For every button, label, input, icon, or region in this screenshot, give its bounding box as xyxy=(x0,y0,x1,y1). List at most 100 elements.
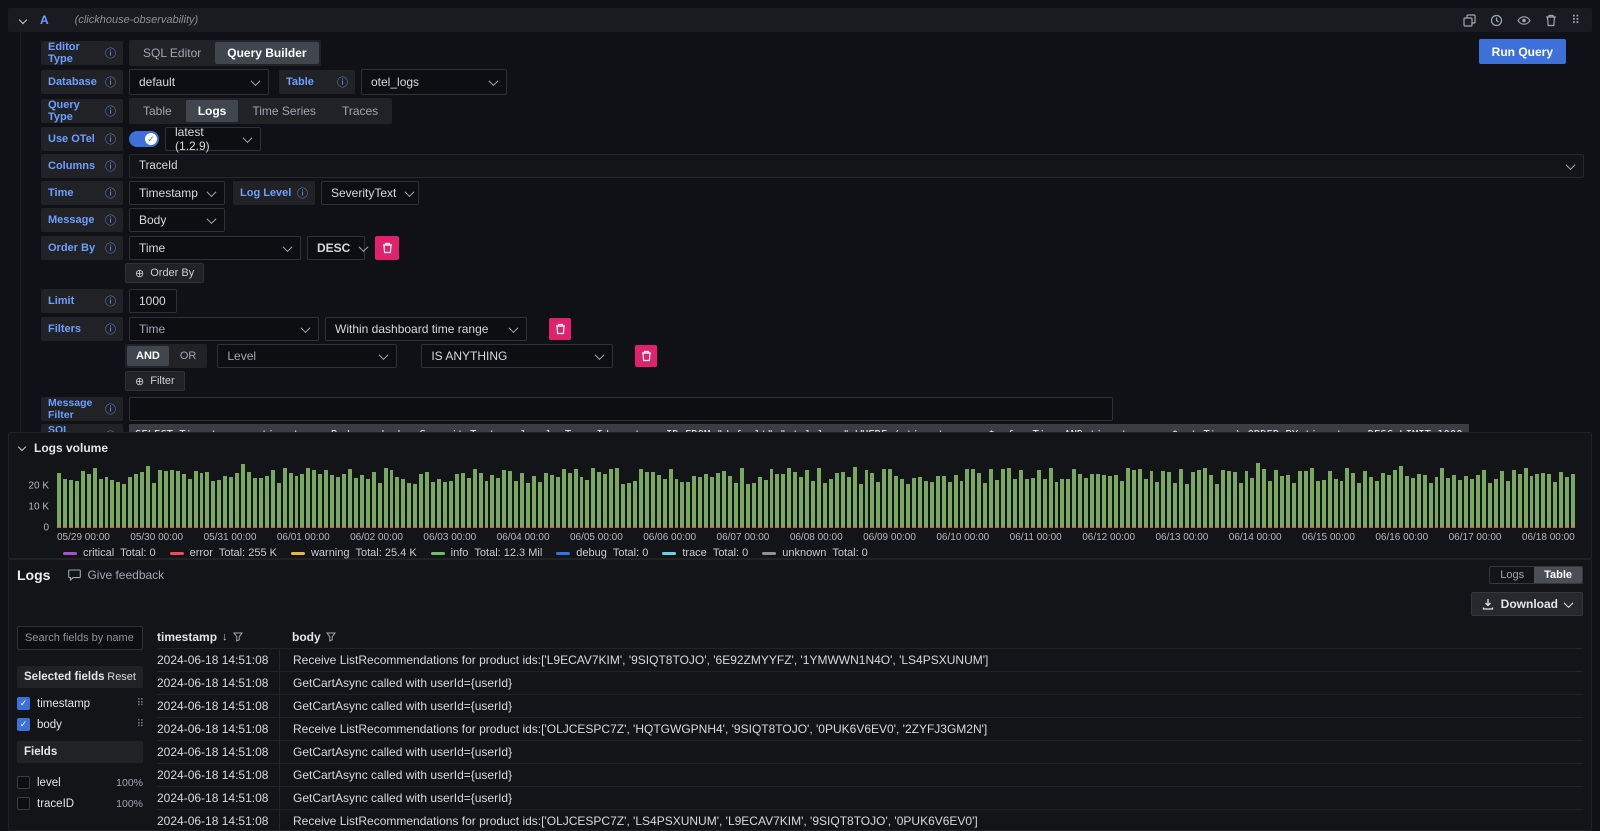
volume-bar[interactable] xyxy=(128,477,132,528)
volume-bar[interactable] xyxy=(752,483,756,528)
volume-bar[interactable] xyxy=(336,477,340,528)
give-feedback-link[interactable]: Give feedback xyxy=(68,568,164,582)
volume-bar[interactable] xyxy=(449,481,453,528)
volume-bar[interactable] xyxy=(461,473,465,528)
volume-bar[interactable] xyxy=(69,480,73,528)
info-icon[interactable]: ⓘ xyxy=(105,293,116,309)
volume-bar[interactable] xyxy=(1221,470,1225,528)
volume-bar[interactable] xyxy=(1191,472,1195,528)
add-order-by-button[interactable]: ⊕ Order By xyxy=(125,263,204,283)
query-type-option-timeseries[interactable]: Time Series xyxy=(240,100,328,122)
volume-bar[interactable] xyxy=(455,474,459,528)
history-icon[interactable] xyxy=(1490,14,1503,27)
volume-bar[interactable] xyxy=(306,468,310,528)
volume-bar[interactable] xyxy=(1120,481,1124,528)
volume-bar[interactable] xyxy=(496,478,500,528)
volume-bar[interactable] xyxy=(390,470,394,528)
volume-bar[interactable] xyxy=(1357,483,1361,528)
volume-bar[interactable] xyxy=(1155,482,1159,528)
volume-bar[interactable] xyxy=(110,480,114,528)
volume-bar[interactable] xyxy=(734,483,738,528)
volume-bar[interactable] xyxy=(1250,478,1254,528)
volume-bar[interactable] xyxy=(1363,471,1367,528)
volume-bar[interactable] xyxy=(419,474,423,528)
volume-bar[interactable] xyxy=(122,484,126,529)
volume-bar[interactable] xyxy=(787,468,791,528)
volume-bar[interactable] xyxy=(407,483,411,528)
volume-bar[interactable] xyxy=(140,472,144,528)
volume-bar[interactable] xyxy=(1019,470,1023,528)
volume-bar[interactable] xyxy=(485,481,489,528)
reset-fields-button[interactable]: Reset xyxy=(107,671,136,683)
volume-bar[interactable] xyxy=(942,476,946,528)
volume-bar[interactable] xyxy=(348,469,352,528)
volume-bar[interactable] xyxy=(1530,476,1534,528)
volume-bar[interactable] xyxy=(223,476,227,528)
volume-bar[interactable] xyxy=(467,478,471,528)
volume-bar[interactable] xyxy=(401,479,405,528)
volume-bar[interactable] xyxy=(758,477,762,528)
volume-bar[interactable] xyxy=(900,479,904,528)
volume-bar[interactable] xyxy=(960,481,964,528)
volume-bar[interactable] xyxy=(176,471,180,528)
volume-bar[interactable] xyxy=(1292,483,1296,528)
volume-bar[interactable] xyxy=(443,482,447,528)
volume-bar[interactable] xyxy=(1078,474,1082,528)
volume-bar[interactable] xyxy=(888,469,892,528)
volume-bar[interactable] xyxy=(1524,468,1528,528)
volume-bar[interactable] xyxy=(1559,472,1563,529)
volume-bar[interactable] xyxy=(182,474,186,528)
volume-bar[interactable] xyxy=(1268,481,1272,528)
info-icon[interactable]: ⓘ xyxy=(105,185,116,201)
view-option-table[interactable]: Table xyxy=(1534,567,1582,583)
volume-bar[interactable] xyxy=(384,468,388,528)
add-filter-button[interactable]: ⊕ Filter xyxy=(125,371,185,391)
volume-bar[interactable] xyxy=(413,484,417,528)
volume-bar[interactable] xyxy=(1203,468,1207,528)
table-row[interactable]: 2024-06-18 14:51:08 GetCartAsync called … xyxy=(157,786,1583,809)
volume-bar[interactable] xyxy=(87,474,91,528)
volume-bar[interactable] xyxy=(1310,468,1314,528)
volume-bar[interactable] xyxy=(841,472,845,528)
info-icon[interactable]: ⓘ xyxy=(297,185,308,201)
volume-bar[interactable] xyxy=(740,468,744,528)
message-column-select[interactable]: Body xyxy=(129,208,225,232)
volume-bar[interactable] xyxy=(490,475,494,528)
volume-bar[interactable] xyxy=(989,469,993,528)
volume-bar[interactable] xyxy=(639,469,643,528)
editor-type-option-builder[interactable]: Query Builder xyxy=(215,42,318,64)
volume-bar[interactable] xyxy=(1102,475,1106,529)
volume-bar[interactable] xyxy=(859,484,863,528)
volume-bar[interactable] xyxy=(1512,470,1516,528)
remove-filter-button[interactable] xyxy=(549,318,571,340)
volume-bar[interactable] xyxy=(1541,473,1545,528)
filter-funnel-icon[interactable] xyxy=(326,632,336,642)
volume-bar[interactable] xyxy=(538,482,542,528)
filter-operator-select[interactable]: Within dashboard time range xyxy=(325,317,527,341)
selected-field-row[interactable]: ✓ body ⠿ xyxy=(17,714,143,735)
info-icon[interactable]: ⓘ xyxy=(105,158,116,174)
table-select[interactable]: otel_logs xyxy=(361,69,507,95)
body-column-header[interactable]: body xyxy=(292,630,321,644)
volume-bar[interactable] xyxy=(378,483,382,528)
volume-bar[interactable] xyxy=(99,479,103,528)
volume-bar[interactable] xyxy=(1179,469,1183,528)
search-fields-input[interactable] xyxy=(17,626,143,650)
volume-bar[interactable] xyxy=(633,481,637,528)
checkbox-unchecked-icon[interactable] xyxy=(17,776,30,789)
volume-bar[interactable] xyxy=(1494,479,1498,528)
volume-bar[interactable] xyxy=(1464,476,1468,528)
volume-bar[interactable] xyxy=(57,473,61,528)
volume-bar[interactable] xyxy=(793,472,797,528)
volume-bar[interactable] xyxy=(983,483,987,528)
volume-bar[interactable] xyxy=(1001,469,1005,528)
volume-bar[interactable] xyxy=(698,477,702,528)
volume-bar[interactable] xyxy=(1084,478,1088,528)
time-column-select[interactable]: Timestamp xyxy=(129,181,225,205)
volume-bar[interactable] xyxy=(1470,479,1474,528)
volume-bar[interactable] xyxy=(289,473,293,528)
volume-bar[interactable] xyxy=(1435,477,1439,528)
info-icon[interactable]: ⓘ xyxy=(105,401,116,417)
volume-bar[interactable] xyxy=(1369,477,1373,528)
volume-bar[interactable] xyxy=(1351,473,1355,528)
